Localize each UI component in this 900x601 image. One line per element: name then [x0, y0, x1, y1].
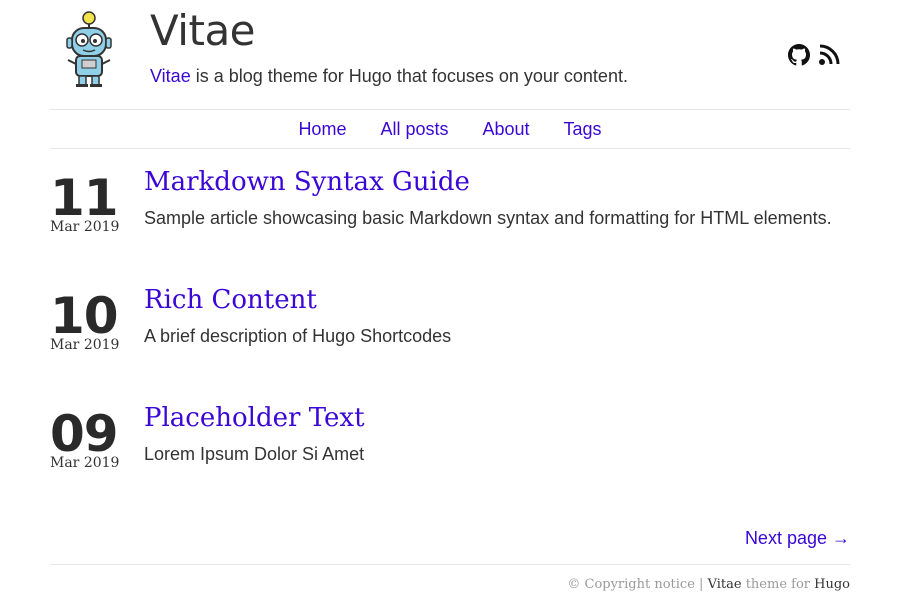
post-title: Markdown Syntax Guide [144, 167, 470, 197]
post-item: 09 Mar 2019 Placeholder Text Lorem Ipsum… [50, 403, 850, 494]
post-description: Sample article showcasing basic Markdown… [144, 208, 832, 228]
main-nav: Home All posts About Tags [50, 109, 850, 149]
copyright-notice: © Copyright notice [567, 577, 695, 592]
post-title-link[interactable]: Rich Content [144, 285, 317, 315]
post-title: Rich Content [144, 285, 317, 315]
site-footer: © Copyright notice | Vitae theme for Hug… [50, 564, 850, 601]
tagline-link[interactable]: Vitae [150, 66, 191, 86]
footer-separator: | [694, 577, 708, 592]
post-month: Mar 2019 [50, 337, 120, 353]
nav-item-all-posts[interactable]: All posts [380, 119, 448, 140]
post-date: 09 Mar 2019 [50, 404, 120, 471]
nav-item-tags[interactable]: Tags [564, 119, 602, 140]
hugo-link[interactable]: Hugo [814, 577, 850, 592]
site-tagline: Vitae is a blog theme for Hugo that focu… [150, 66, 628, 87]
post-item: 11 Mar 2019 Markdown Syntax Guide Sample… [50, 167, 850, 258]
footer-text: © Copyright notice | Vitae theme for Hug… [567, 577, 850, 592]
post-description: Lorem Ipsum Dolor Si Amet [144, 444, 365, 464]
page: Vitae Vitae is a blog theme for Hugo tha… [50, 0, 850, 600]
next-page-link[interactable]: Next page → [745, 528, 850, 549]
post-date: 10 Mar 2019 [50, 286, 120, 353]
theme-link[interactable]: Vitae [708, 577, 742, 592]
post-title-link[interactable]: Markdown Syntax Guide [144, 167, 470, 197]
github-icon[interactable] [788, 44, 810, 66]
nav-item-about[interactable]: About [482, 119, 529, 140]
site-title: Vitae [150, 6, 256, 55]
post-title: Placeholder Text [144, 403, 365, 433]
post-description: A brief description of Hugo Shortcodes [144, 326, 452, 346]
post-date: 11 Mar 2019 [50, 168, 120, 235]
social-links [788, 44, 840, 66]
tagline-text: is a blog theme for Hugo that focuses on… [190, 66, 628, 86]
post-month: Mar 2019 [50, 455, 120, 471]
site-header: Vitae Vitae is a blog theme for Hugo tha… [50, 0, 850, 108]
post-item: 10 Mar 2019 Rich Content A brief descrip… [50, 285, 850, 376]
nav-item-home[interactable]: Home [298, 119, 346, 140]
rss-icon[interactable] [818, 44, 840, 66]
robot-logo-icon[interactable] [64, 10, 114, 88]
post-month: Mar 2019 [50, 219, 120, 235]
footer-theme-text: theme for [741, 577, 815, 592]
post-title-link[interactable]: Placeholder Text [144, 403, 365, 433]
